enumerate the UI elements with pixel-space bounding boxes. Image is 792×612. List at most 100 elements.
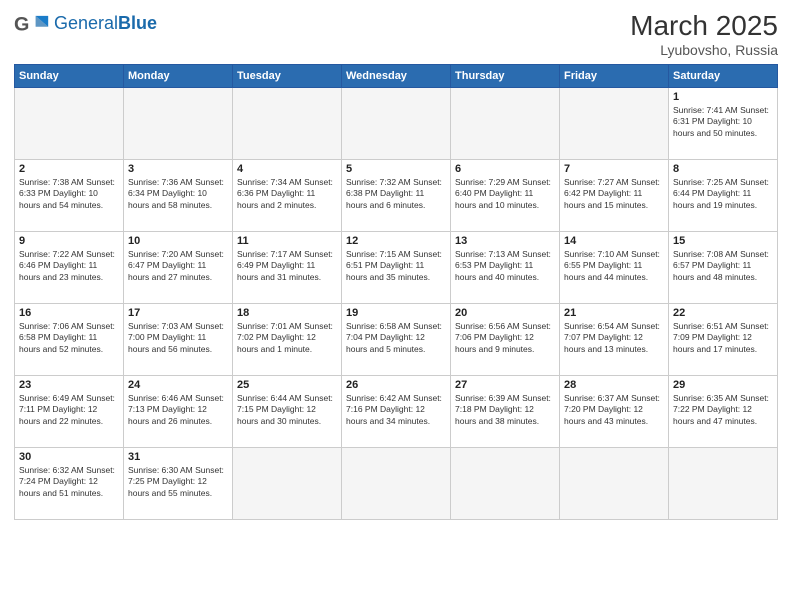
page: G GeneralBlue March 2025 Lyubovsho, Russ…: [0, 0, 792, 612]
day-number: 29: [673, 379, 773, 391]
calendar-cell: 30 Sunrise: 6:32 AM Sunset: 7:24 PM Dayli…: [15, 448, 124, 520]
calendar-cell: 24 Sunrise: 6:46 AM Sunset: 7:13 PM Dayli…: [124, 376, 233, 448]
calendar-week-row: 1Sunrise: 7:41 AM Sunset: 6:31 PM Daylig…: [15, 88, 778, 160]
day-number: 19: [346, 307, 446, 319]
calendar-cell: 26 Sunrise: 6:42 AM Sunset: 7:16 PM Dayli…: [342, 376, 451, 448]
calendar-cell: 2 Sunrise: 7:38 AM Sunset: 6:33 PM Daylig…: [15, 160, 124, 232]
calendar-cell: [560, 88, 669, 160]
day-info: Sunrise: 6:44 AM Sunset: 7:15 PM Dayligh…: [237, 393, 337, 427]
day-number: 16: [19, 307, 119, 319]
day-info: Sunrise: 7:13 AM Sunset: 6:53 PM Dayligh…: [455, 249, 555, 283]
calendar-cell: 3Sunrise: 7:36 AM Sunset: 6:34 PM Daylig…: [124, 160, 233, 232]
day-info: Sunrise: 7:22 AM Sunset: 6:46 PM Dayligh…: [19, 249, 119, 283]
calendar-cell: [451, 448, 560, 520]
calendar-cell: [233, 88, 342, 160]
day-number: 31: [128, 451, 228, 463]
day-info: Sunrise: 7:34 AM Sunset: 6:36 PM Dayligh…: [237, 177, 337, 211]
day-info: Sunrise: 7:01 AM Sunset: 7:02 PM Dayligh…: [237, 321, 337, 355]
day-info: Sunrise: 6:42 AM Sunset: 7:16 PM Dayligh…: [346, 393, 446, 427]
day-number: 21: [564, 307, 664, 319]
calendar-cell: 11Sunrise: 7:17 AM Sunset: 6:49 PM Dayli…: [233, 232, 342, 304]
day-number: 3: [128, 163, 228, 175]
col-friday: Friday: [560, 65, 669, 88]
calendar-cell: 5 Sunrise: 7:32 AM Sunset: 6:38 PM Daylig…: [342, 160, 451, 232]
logo-blue: Blue: [118, 13, 157, 33]
day-info: Sunrise: 6:32 AM Sunset: 7:24 PM Dayligh…: [19, 465, 119, 499]
col-saturday: Saturday: [669, 65, 778, 88]
day-info: Sunrise: 7:27 AM Sunset: 6:42 PM Dayligh…: [564, 177, 664, 211]
day-number: 6: [455, 163, 555, 175]
day-info: Sunrise: 7:32 AM Sunset: 6:38 PM Dayligh…: [346, 177, 446, 211]
day-number: 12: [346, 235, 446, 247]
calendar-cell: [342, 448, 451, 520]
day-info: Sunrise: 7:17 AM Sunset: 6:49 PM Dayligh…: [237, 249, 337, 283]
calendar-cell: 27Sunrise: 6:39 AM Sunset: 7:18 PM Dayli…: [451, 376, 560, 448]
calendar-cell: 15Sunrise: 7:08 AM Sunset: 6:57 PM Dayli…: [669, 232, 778, 304]
logo-icon: G: [14, 10, 50, 38]
calendar-cell: [124, 88, 233, 160]
calendar: Sunday Monday Tuesday Wednesday Thursday…: [14, 64, 778, 520]
day-info: Sunrise: 6:46 AM Sunset: 7:13 PM Dayligh…: [128, 393, 228, 427]
day-info: Sunrise: 7:06 AM Sunset: 6:58 PM Dayligh…: [19, 321, 119, 355]
calendar-cell: 23Sunrise: 6:49 AM Sunset: 7:11 PM Dayli…: [15, 376, 124, 448]
calendar-cell: 1Sunrise: 7:41 AM Sunset: 6:31 PM Daylig…: [669, 88, 778, 160]
logo-text: GeneralBlue: [54, 14, 157, 34]
day-number: 10: [128, 235, 228, 247]
calendar-cell: 16 Sunrise: 7:06 AM Sunset: 6:58 PM Dayli…: [15, 304, 124, 376]
calendar-cell: [15, 88, 124, 160]
col-thursday: Thursday: [451, 65, 560, 88]
day-number: 2: [19, 163, 119, 175]
day-info: Sunrise: 6:58 AM Sunset: 7:04 PM Dayligh…: [346, 321, 446, 355]
day-number: 18: [237, 307, 337, 319]
calendar-cell: 6 Sunrise: 7:29 AM Sunset: 6:40 PM Daylig…: [451, 160, 560, 232]
day-info: Sunrise: 7:29 AM Sunset: 6:40 PM Dayligh…: [455, 177, 555, 211]
calendar-cell: 17 Sunrise: 7:03 AM Sunset: 7:00 PM Dayli…: [124, 304, 233, 376]
day-number: 24: [128, 379, 228, 391]
day-info: Sunrise: 7:41 AM Sunset: 6:31 PM Dayligh…: [673, 105, 773, 139]
day-number: 17: [128, 307, 228, 319]
calendar-cell: 22 Sunrise: 6:51 AM Sunset: 7:09 PM Dayli…: [669, 304, 778, 376]
day-info: Sunrise: 7:38 AM Sunset: 6:33 PM Dayligh…: [19, 177, 119, 211]
calendar-cell: 9Sunrise: 7:22 AM Sunset: 6:46 PM Daylig…: [15, 232, 124, 304]
calendar-cell: 21Sunrise: 6:54 AM Sunset: 7:07 PM Dayli…: [560, 304, 669, 376]
day-info: Sunrise: 7:20 AM Sunset: 6:47 PM Dayligh…: [128, 249, 228, 283]
day-number: 23: [19, 379, 119, 391]
calendar-cell: 8 Sunrise: 7:25 AM Sunset: 6:44 PM Daylig…: [669, 160, 778, 232]
logo-general: General: [54, 13, 118, 33]
day-number: 15: [673, 235, 773, 247]
svg-text:G: G: [14, 13, 29, 35]
calendar-cell: 14 Sunrise: 7:10 AM Sunset: 6:55 PM Dayli…: [560, 232, 669, 304]
calendar-week-row: 9Sunrise: 7:22 AM Sunset: 6:46 PM Daylig…: [15, 232, 778, 304]
col-monday: Monday: [124, 65, 233, 88]
calendar-week-row: 30 Sunrise: 6:32 AM Sunset: 7:24 PM Dayli…: [15, 448, 778, 520]
col-sunday: Sunday: [15, 65, 124, 88]
day-number: 30: [19, 451, 119, 463]
day-info: Sunrise: 7:25 AM Sunset: 6:44 PM Dayligh…: [673, 177, 773, 211]
col-wednesday: Wednesday: [342, 65, 451, 88]
day-info: Sunrise: 7:10 AM Sunset: 6:55 PM Dayligh…: [564, 249, 664, 283]
calendar-cell: 10 Sunrise: 7:20 AM Sunset: 6:47 PM Dayli…: [124, 232, 233, 304]
day-info: Sunrise: 6:51 AM Sunset: 7:09 PM Dayligh…: [673, 321, 773, 355]
calendar-cell: [233, 448, 342, 520]
calendar-week-row: 23Sunrise: 6:49 AM Sunset: 7:11 PM Dayli…: [15, 376, 778, 448]
calendar-cell: 19 Sunrise: 6:58 AM Sunset: 7:04 PM Dayli…: [342, 304, 451, 376]
day-info: Sunrise: 7:15 AM Sunset: 6:51 PM Dayligh…: [346, 249, 446, 283]
day-info: Sunrise: 6:37 AM Sunset: 7:20 PM Dayligh…: [564, 393, 664, 427]
calendar-cell: 13Sunrise: 7:13 AM Sunset: 6:53 PM Dayli…: [451, 232, 560, 304]
day-number: 14: [564, 235, 664, 247]
day-number: 4: [237, 163, 337, 175]
day-number: 28: [564, 379, 664, 391]
day-number: 26: [346, 379, 446, 391]
calendar-cell: [451, 88, 560, 160]
calendar-cell: [560, 448, 669, 520]
day-number: 8: [673, 163, 773, 175]
calendar-cell: [342, 88, 451, 160]
day-number: 5: [346, 163, 446, 175]
day-number: 22: [673, 307, 773, 319]
calendar-cell: 25Sunrise: 6:44 AM Sunset: 7:15 PM Dayli…: [233, 376, 342, 448]
day-info: Sunrise: 6:30 AM Sunset: 7:25 PM Dayligh…: [128, 465, 228, 499]
calendar-cell: 28 Sunrise: 6:37 AM Sunset: 7:20 PM Dayli…: [560, 376, 669, 448]
title-block: March 2025 Lyubovsho, Russia: [630, 10, 778, 58]
day-info: Sunrise: 7:03 AM Sunset: 7:00 PM Dayligh…: [128, 321, 228, 355]
day-info: Sunrise: 6:39 AM Sunset: 7:18 PM Dayligh…: [455, 393, 555, 427]
